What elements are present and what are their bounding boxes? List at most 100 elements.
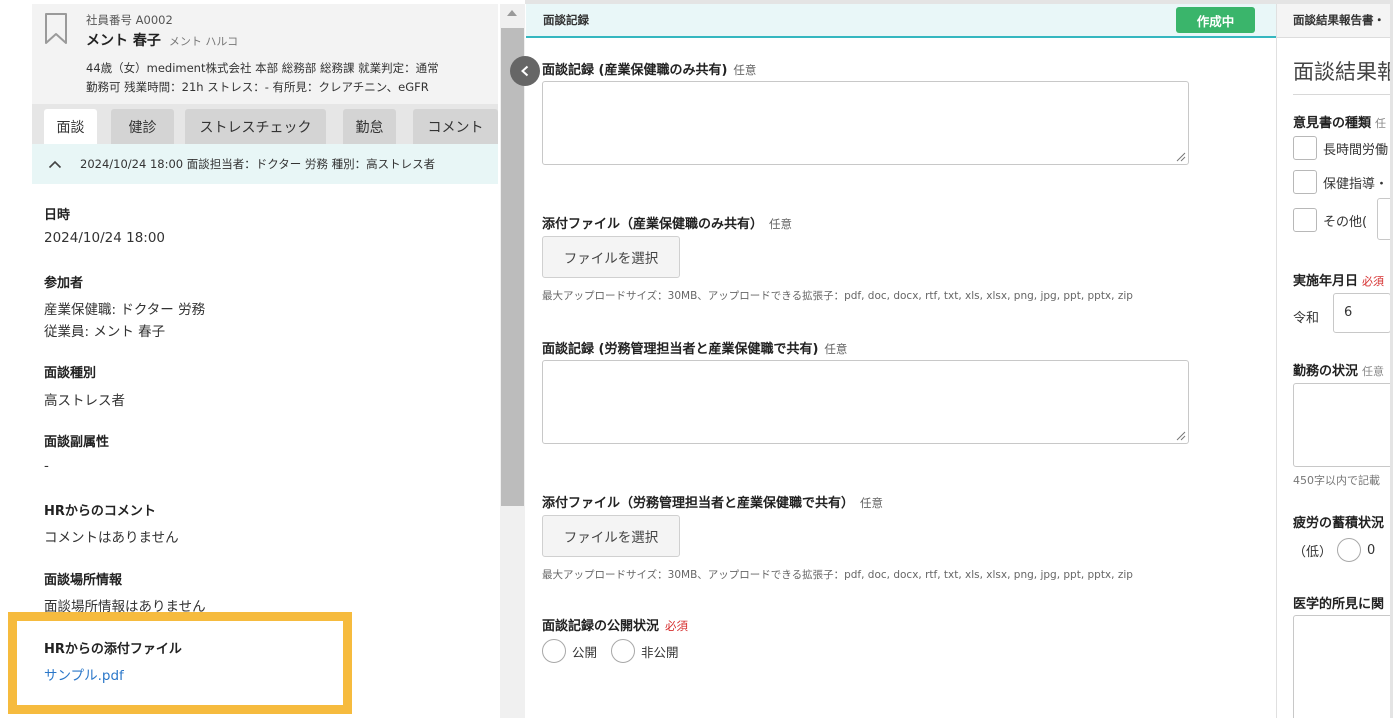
status-badge: 作成中 (1176, 7, 1255, 33)
employee-header: 社員番号 A0002 メント 春子 メント ハルコ 44歳（女）mediment株… (32, 4, 498, 104)
record-1-label: 面談記録 (産業保健職のみ共有) 任意 (542, 59, 756, 78)
fatigue-radio-0-label: 0 (1367, 543, 1376, 558)
attach-1-file-note: 最大アップロードサイズ：30MB、アップロードできる拡張子：pdf, doc, … (542, 290, 1133, 302)
hr-comment-value: コメントはありません (44, 530, 179, 546)
record-1-textarea[interactable] (542, 81, 1189, 165)
publish-status-label: 面談記録の公開状況 必須 (542, 615, 688, 634)
checkbox[interactable] (1293, 136, 1317, 160)
radio-public[interactable] (542, 639, 566, 663)
employee-info-line-2: 勤務可 残業時間：21h ストレス：- 有所見：クレアチニン、eGFR (86, 80, 429, 94)
work-status-optional: 任意 (1362, 365, 1385, 378)
attach-2-file-note: 最大アップロードサイズ：30MB、アップロードできる拡張子：pdf, doc, … (542, 569, 1133, 581)
check-other[interactable]: その他( (1293, 208, 1367, 232)
collapse-panel-button[interactable] (510, 56, 540, 86)
check-health-guidance-label: 保健指導・ (1323, 176, 1389, 192)
interview-record-panel: 面談記録 作成中 面談記録 (産業保健職のみ共有) 任意 添付ファイル（産業保健職… (526, 4, 1276, 718)
check-long-hours-label: 長時間労働 (1323, 142, 1389, 158)
date-label: 実施年月日 必須 (1293, 270, 1384, 289)
employee-detail-panel: 社員番号 A0002 メント 春子 メント ハルコ 44歳（女）mediment株… (0, 0, 525, 718)
work-status-textarea[interactable] (1293, 383, 1393, 467)
result-report-panel: 面談結果報告書・ 面談結果報 意見書の種類任 長時間労働 保健指導・ その他( … (1277, 4, 1393, 718)
record-2-label: 面談記録 (労務管理担当者と産業保健職で共有) 任意 (542, 338, 847, 357)
opinion-type-label: 意見書の種類任 (1293, 112, 1386, 131)
report-panel-title: 面談結果報告書・ (1293, 13, 1385, 27)
attach-2-label: 添付ファイル（労務管理担当者と産業保健職で共有） 任意 (542, 492, 883, 511)
participant-employee: 従業員: メント 春子 (44, 324, 166, 340)
session-accordion-header[interactable]: 2024/10/24 18:00 面談担当者：ドクター 労務 種別：高ストレス者 (32, 144, 498, 184)
report-panel-header: 面談結果報告書・ (1277, 4, 1393, 38)
hr-attachment-highlight (8, 612, 352, 714)
publish-status-required: 必須 (665, 619, 689, 633)
work-status-label-text: 勤務の状況 (1293, 364, 1359, 379)
radio-private[interactable] (611, 639, 636, 663)
attach-1-label: 添付ファイル（産業保健職のみ共有） 任意 (542, 213, 792, 232)
chevron-up-icon (48, 160, 62, 169)
resize-grip-icon[interactable] (1176, 152, 1186, 162)
record-panel-title: 面談記録 (543, 13, 589, 27)
attach-1-file-button[interactable]: ファイルを選択 (542, 236, 680, 278)
attach-2-label-text: 添付ファイル（労務管理担当者と産業保健職で共有） (542, 496, 855, 511)
checkbox[interactable] (1293, 170, 1317, 194)
medical-findings-label: 医学的所見に関 (1293, 597, 1385, 612)
attach-2-file-button[interactable]: ファイルを選択 (542, 515, 680, 557)
sub-attribute-label: 面談副属性 (44, 435, 110, 450)
date-required: 必須 (1362, 275, 1385, 288)
tab-interview[interactable]: 面談 (44, 109, 97, 144)
datetime-label: 日時 (44, 208, 71, 223)
fatigue-radio-0[interactable] (1337, 538, 1361, 562)
work-status-label: 勤務の状況 任意 (1293, 360, 1384, 379)
radio-public-label[interactable]: 公開 (572, 642, 597, 661)
publish-status-radios: 公開 非公開 (542, 639, 679, 663)
employee-name-kana: メント ハルコ (168, 35, 239, 48)
checkbox[interactable] (1293, 208, 1317, 232)
interview-type-label: 面談種別 (44, 366, 97, 381)
check-other-label: その他( (1323, 214, 1368, 230)
fatigue-label: 疲労の蓄積状況 (1293, 516, 1385, 531)
tab-stress-check[interactable]: ストレスチェック (185, 109, 326, 144)
attach-2-optional: 任意 (860, 496, 884, 510)
year-value: 6 (1344, 305, 1353, 320)
session-summary: 2024/10/24 18:00 面談担当者：ドクター 労務 種別：高ストレス者 (80, 157, 436, 171)
left-scrollbar-thumb[interactable] (501, 28, 524, 506)
resize-grip-icon[interactable] (1176, 431, 1186, 441)
opinion-type-label-text: 意見書の種類 (1293, 116, 1372, 131)
record-1-label-text: 面談記録 (産業保健職のみ共有) (542, 63, 728, 78)
publish-status-label-text: 面談記録の公開状況 (542, 619, 660, 634)
participants-label: 参加者 (44, 276, 84, 291)
title-underline (1293, 94, 1393, 95)
hr-comment-label: HRからのコメント (44, 504, 156, 519)
opinion-type-optional: 任 (1375, 117, 1387, 130)
datetime-value: 2024/10/24 18:00 (44, 230, 166, 246)
record-panel-header: 面談記録 作成中 (526, 4, 1276, 38)
hr-attachment-link[interactable]: サンプル.pdf (44, 664, 124, 684)
employee-name-text: メント 春子 (86, 33, 161, 49)
report-big-title: 面談結果報 (1293, 60, 1393, 84)
interview-type-value: 高ストレス者 (44, 393, 125, 409)
employee-name: メント 春子 メント ハルコ (86, 30, 238, 50)
record-1-optional: 任意 (733, 63, 757, 77)
employee-info-line-1: 44歳（女）mediment株式会社 本部 総務部 総務課 就業判定：通常 (86, 61, 439, 75)
fatigue-low-label: （低） (1293, 545, 1333, 560)
hr-attachment-label: HRからの添付ファイル (44, 642, 182, 657)
place-info-label: 面談場所情報 (44, 573, 123, 588)
sub-attribute-value: - (44, 458, 49, 474)
record-2-label-text: 面談記録 (労務管理担当者と産業保健職で共有) (542, 342, 819, 357)
radio-private-label[interactable]: 非公開 (641, 642, 679, 661)
check-health-guidance[interactable]: 保健指導・ (1293, 170, 1388, 194)
attach-1-label-text: 添付ファイル（産業保健職のみ共有） (542, 217, 764, 232)
check-long-hours[interactable]: 長時間労働 (1293, 136, 1388, 160)
chevron-left-icon (521, 65, 529, 77)
scroll-up-arrow-icon[interactable] (507, 10, 517, 16)
date-label-text: 実施年月日 (1293, 274, 1359, 289)
medical-findings-textarea[interactable] (1293, 615, 1393, 718)
char-limit-note: 450字以内で記載 (1293, 474, 1380, 487)
bookmark-icon[interactable] (44, 13, 68, 45)
participant-doctor: 産業保健職: ドクター 労務 (44, 302, 206, 318)
year-input[interactable]: 6 (1333, 293, 1391, 333)
tab-comment[interactable]: コメント (413, 109, 498, 144)
tab-checkup[interactable]: 健診 (111, 109, 174, 144)
record-2-textarea[interactable] (542, 360, 1189, 444)
tab-attendance[interactable]: 勤怠 (343, 109, 396, 144)
employee-number: 社員番号 A0002 (86, 13, 173, 27)
tab-bar: 面談 健診 ストレスチェック 勤怠 コメント (32, 104, 498, 144)
